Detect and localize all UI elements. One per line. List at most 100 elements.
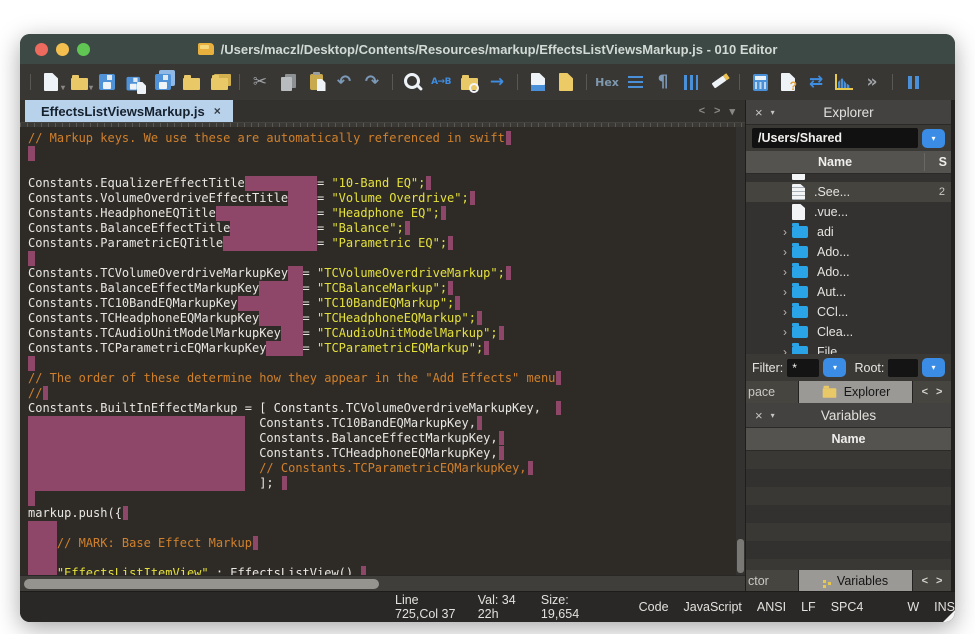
cut-button[interactable]: ✂ [246,67,274,97]
panel-tab-right-icon[interactable]: > [936,386,942,398]
column-mode-button[interactable] [677,67,705,97]
code-line[interactable]: // Constants.TCParametricEQMarkupKey, [28,461,731,476]
pause-button[interactable] [899,67,927,97]
code-line[interactable] [28,356,731,371]
code-line[interactable]: "EffectsListItemView" : EffectsListView(… [28,566,731,575]
code-line[interactable]: Constants.BalanceEffectTitle = "Balance"… [28,221,731,236]
new-file-button[interactable]: ▾ [37,67,65,97]
tab-inspector[interactable]: ctor [746,570,798,592]
expand-chevron-icon[interactable]: › [778,225,792,239]
histogram-button[interactable] [830,67,858,97]
hex-mode-button[interactable]: Hex [593,67,621,97]
code-line[interactable]: Constants.BalanceEffectMarkupKey, [28,431,731,446]
file-tree-row[interactable]: ›Clea... [746,322,951,342]
filter-input[interactable]: * [787,359,819,377]
expand-chevron-icon[interactable]: › [778,305,792,319]
redo-button[interactable]: ↷ [358,67,386,97]
open-folder-stack-button[interactable] [205,67,233,97]
tab-variables[interactable]: Variables [799,570,912,592]
code-line[interactable]: Constants.TCAudioUnitModelMarkupKey = "T… [28,326,731,341]
tab-scroll-left-icon[interactable]: < [699,105,705,118]
code-line[interactable]: Constants.TC10BandEQMarkupKey, [28,416,731,431]
close-window-button[interactable] [35,43,48,56]
code-line[interactable]: Constants.TCHeadphoneEQMarkupKey = "TCHe… [28,311,731,326]
code-line[interactable]: Constants.TCHeadphoneEQMarkupKey, [28,446,731,461]
code-line[interactable] [28,161,731,176]
explorer-path-input[interactable]: /Users/Shared [752,128,918,148]
tab-explorer[interactable]: Explorer [799,381,912,403]
code-line[interactable]: Constants.TCVolumeOverdriveMarkupKey = "… [28,266,731,281]
code-line[interactable] [28,521,731,536]
code-line[interactable]: // Markup keys. We use these are automat… [28,131,731,146]
expand-chevron-icon[interactable]: › [778,285,792,299]
code-line[interactable]: ]; [28,476,731,491]
tab-scroll-right-icon[interactable]: > [714,105,720,118]
code-line[interactable] [28,146,731,161]
panel-tab-left-icon[interactable]: < [922,386,928,398]
highlight-button[interactable] [705,67,733,97]
expand-chevron-icon[interactable]: › [778,325,792,339]
file-tree-row[interactable]: .vue... [746,202,951,222]
show-whitespace-button[interactable]: ¶ [649,67,677,97]
file-tree-row[interactable]: ›Ado... [746,242,951,262]
save-as-button[interactable] [121,67,149,97]
resize-grip[interactable] [943,610,955,622]
run-script-button[interactable] [552,67,580,97]
horizontal-scrollbar-thumb[interactable] [24,579,379,589]
minimize-window-button[interactable] [56,43,69,56]
code-line[interactable]: Constants.TC10BandEQMarkupKey = "TC10Ban… [28,296,731,311]
file-tree-row[interactable]: ›Aut... [746,282,951,302]
code-line[interactable]: Constants.VolumeOverdriveEffectTitle = "… [28,191,731,206]
paste-button[interactable] [302,67,330,97]
convert-button[interactable]: ⇄ [802,67,830,97]
code-line[interactable] [28,551,731,566]
check-file-button[interactable]: ? [774,67,802,97]
zoom-window-button[interactable] [77,43,90,56]
file-tree-row[interactable] [746,174,951,182]
save-all-button[interactable] [149,67,177,97]
filter-dropdown-button[interactable]: ▾ [823,358,846,377]
file-tree-row[interactable]: ›File [746,342,951,354]
code-line[interactable]: Constants.ParametricEQTitle = "Parametri… [28,236,731,251]
horizontal-scrollbar[interactable] [20,575,745,592]
expand-chevron-icon[interactable]: › [778,345,792,354]
code-line[interactable] [28,491,731,506]
code-line[interactable]: // MARK: Base Effect Markup [28,536,731,551]
document-tab[interactable]: EffectsListViewsMarkup.js × [25,100,233,122]
code-line[interactable]: Constants.BuiltInEffectMarkup = [ Consta… [28,401,731,416]
copy-button[interactable] [274,67,302,97]
variables-column-header[interactable]: Name [746,428,951,451]
goto-button[interactable]: → [483,67,511,97]
run-template-button[interactable] [524,67,552,97]
root-input[interactable] [888,359,918,377]
tab-list-icon[interactable]: ▾ [729,105,735,118]
find-button[interactable] [399,67,427,97]
more-tools-button[interactable]: » [858,67,886,97]
vertical-scrollbar[interactable] [736,127,745,575]
expand-chevron-icon[interactable]: › [778,265,792,279]
word-wrap-button[interactable] [621,67,649,97]
code-line[interactable]: // The order of these determine how they… [28,371,731,386]
tab-workspace[interactable]: pace [746,381,798,403]
explorer-path-dropdown-button[interactable]: ▾ [922,129,945,148]
file-tree-row[interactable]: ›adi [746,222,951,242]
expand-chevron-icon[interactable]: › [778,245,792,259]
file-tree-row[interactable]: ›CCl... [746,302,951,322]
undo-button[interactable]: ↶ [330,67,358,97]
code-line[interactable]: Constants.TCParametricEQMarkupKey = "TCP… [28,341,731,356]
code-line[interactable]: // [28,386,731,401]
panel-tab-right-icon[interactable]: > [936,575,942,587]
tab-close-icon[interactable]: × [214,104,221,118]
code-line[interactable]: Constants.HeadphoneEQTitle = "Headphone … [28,206,731,221]
file-tree-row[interactable]: .See...2 [746,182,951,202]
root-dropdown-button[interactable]: ▾ [922,358,945,377]
explorer-column-header[interactable]: Name S [746,151,951,174]
code-line[interactable]: markup.push({ [28,506,731,521]
save-button[interactable] [93,67,121,97]
find-in-files-button[interactable] [455,67,483,97]
code-line[interactable]: Constants.BalanceEffectMarkupKey = "TCBa… [28,281,731,296]
panel-tab-left-icon[interactable]: < [922,575,928,587]
replace-button[interactable]: A→B [427,67,455,97]
file-tree-row[interactable]: ›Ado... [746,262,951,282]
code-editor[interactable]: // Markup keys. We use these are automat… [20,127,745,575]
